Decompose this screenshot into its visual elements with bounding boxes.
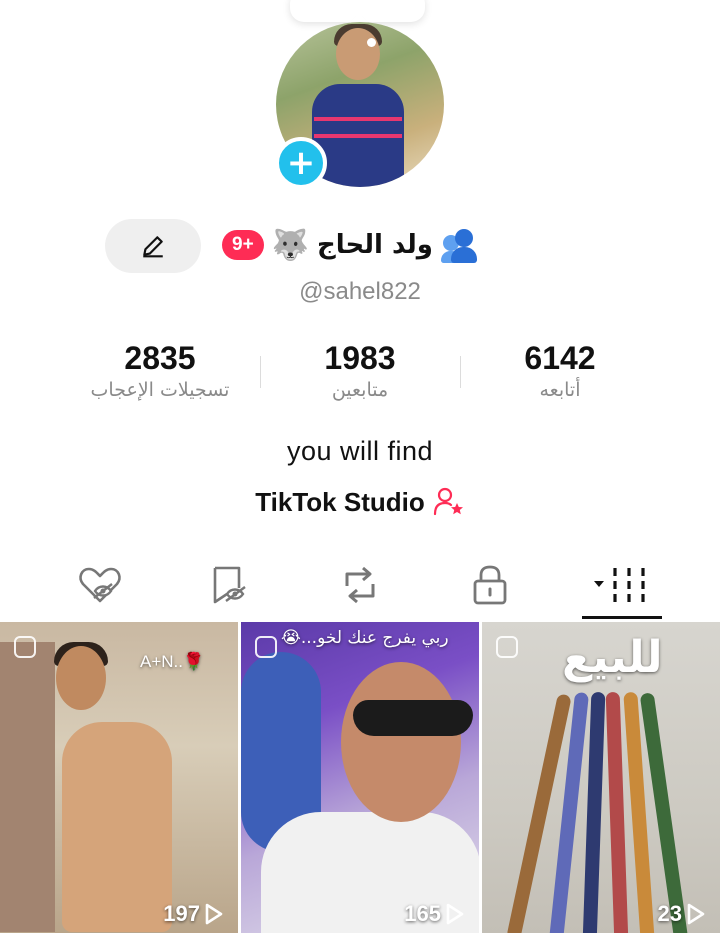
pencil-icon xyxy=(143,236,163,258)
video-caption: للبيع xyxy=(562,632,663,683)
play-icon xyxy=(205,903,223,925)
video-thumbnail[interactable]: للبيع 23 xyxy=(482,622,720,933)
name-row: 9+ 🐺 ولد الحاج xyxy=(222,220,481,270)
stat-divider xyxy=(260,356,261,388)
view-count-value: 197 xyxy=(163,901,200,926)
followers-count: 1983 xyxy=(324,340,396,376)
tab-private[interactable] xyxy=(460,560,520,610)
view-count-value: 23 xyxy=(657,901,682,926)
hidden-bookmark-icon xyxy=(213,566,246,604)
play-icon xyxy=(687,903,705,925)
tab-favorites[interactable] xyxy=(200,560,260,610)
display-name: ولد الحاج xyxy=(317,230,433,260)
tab-videos[interactable] xyxy=(588,560,658,610)
people-icon xyxy=(440,227,481,263)
username: @sahel822 xyxy=(299,278,421,305)
video-thumbnail[interactable]: ربي يفرج عنك لخو...😭 165 xyxy=(241,622,479,933)
active-tab-indicator xyxy=(582,616,662,619)
following-count: 6142 xyxy=(524,340,596,376)
add-photo-button[interactable]: + xyxy=(275,137,327,189)
grid-menu-icon xyxy=(594,568,645,602)
video-thumbnail[interactable]: A+N..🌹 197 xyxy=(0,622,238,933)
tiktok-studio-link[interactable]: TikTok Studio xyxy=(0,486,720,518)
following-label: أتابعه xyxy=(539,379,581,401)
stat-divider xyxy=(460,356,461,388)
following-stat[interactable]: 6142 أتابعه xyxy=(460,340,660,401)
play-icon xyxy=(446,903,464,925)
video-caption: A+N..🌹 xyxy=(140,652,205,671)
likes-stat[interactable]: 2835 تسجيلات الإعجاب xyxy=(60,340,260,401)
tab-liked[interactable] xyxy=(70,560,130,610)
followers-label: متابعين xyxy=(331,379,389,401)
view-count-value: 165 xyxy=(404,901,441,926)
notification-badge[interactable]: 9+ xyxy=(222,230,264,260)
likes-count: 2835 xyxy=(124,340,196,376)
repost-icon xyxy=(345,566,375,604)
tooltip-bubble xyxy=(290,0,425,22)
view-count: 197 xyxy=(163,901,224,927)
wolf-emoji: 🐺 xyxy=(271,227,310,263)
edit-profile-button[interactable] xyxy=(105,219,201,273)
video-caption: ربي يفرج عنك لخو...😭 xyxy=(281,628,449,648)
hidden-heart-icon xyxy=(79,567,121,603)
video-grid: A+N..🌹 197 ربي يفرج عنك لخو...😭 165 للبي… xyxy=(0,622,720,933)
user-star-icon xyxy=(433,487,463,516)
tiktok-studio-label: TikTok Studio xyxy=(255,486,425,517)
select-checkbox[interactable] xyxy=(496,636,518,658)
view-count: 23 xyxy=(658,901,706,927)
lock-icon xyxy=(473,565,507,605)
select-checkbox[interactable] xyxy=(255,636,277,658)
followers-stat[interactable]: 1983 متابعين xyxy=(260,340,460,401)
tab-reposts[interactable] xyxy=(330,560,390,610)
bio: you will find xyxy=(286,436,434,466)
likes-label: تسجيلات الإعجاب xyxy=(90,379,230,401)
view-count: 165 xyxy=(404,901,465,927)
select-checkbox[interactable] xyxy=(14,636,36,658)
